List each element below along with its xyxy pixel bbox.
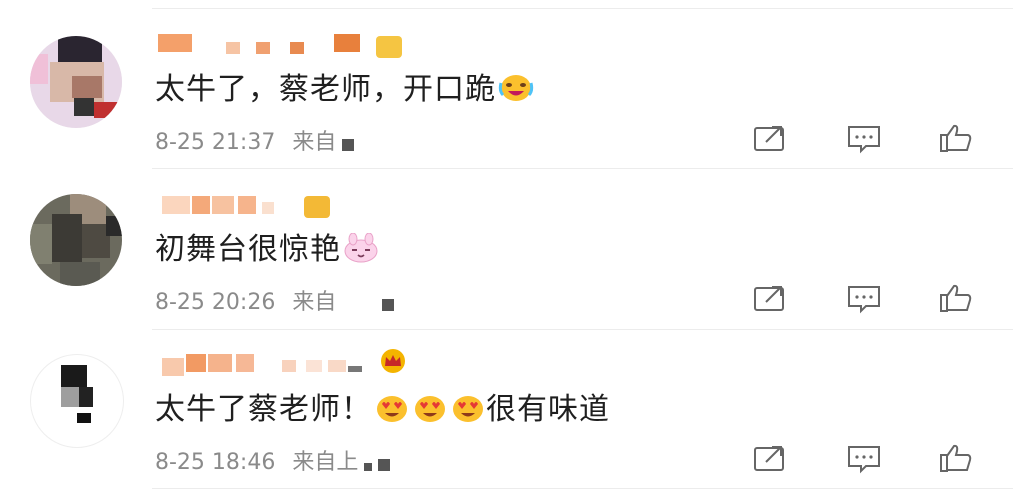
comment-item: 太牛了，蔡老师，开口跪 8-25 21:37 来自 xyxy=(0,14,1013,174)
thumbs-up-icon[interactable] xyxy=(938,282,974,314)
member-badge-icon xyxy=(304,196,330,218)
comment-item: 太牛了蔡老师！ 很有味道 8-25 18:46 来自上 xyxy=(0,334,1013,494)
timestamp: 8-25 18:46 xyxy=(155,450,276,475)
comment-icon[interactable] xyxy=(846,442,882,474)
avatar[interactable] xyxy=(30,36,122,128)
comment-text-suffix: 很有味道 xyxy=(486,392,610,427)
action-bar xyxy=(752,442,982,474)
bottom-divider xyxy=(152,488,1013,489)
comment-text: 太牛了，蔡老师，开口跪 xyxy=(155,70,534,110)
source-blur xyxy=(378,459,391,471)
comment-icon[interactable] xyxy=(846,282,882,314)
top-divider xyxy=(152,8,1013,9)
comment-item: 初舞台很惊艳 8-25 20:26 来自 xyxy=(0,174,1013,334)
action-bar xyxy=(752,282,982,314)
source-blur xyxy=(382,299,395,311)
avatar[interactable] xyxy=(30,194,122,286)
comment-divider xyxy=(152,329,1013,330)
comment-meta: 8-25 18:46 来自上 xyxy=(155,444,391,476)
heart-eyes-emoji xyxy=(377,396,407,422)
source-blur xyxy=(364,463,373,471)
action-bar xyxy=(752,122,982,154)
timestamp: 8-25 20:26 xyxy=(155,290,276,315)
thumbs-up-icon[interactable] xyxy=(938,122,974,154)
crown-badge-icon xyxy=(381,349,405,373)
comment-meta: 8-25 21:37 来自 xyxy=(155,124,355,156)
bunny-emoji xyxy=(344,233,378,263)
heart-eyes-emoji xyxy=(453,396,483,422)
laugh-cry-emoji xyxy=(498,75,534,101)
member-badge-icon xyxy=(376,36,402,58)
comment-text: 太牛了蔡老师！ 很有味道 xyxy=(155,392,610,427)
share-icon[interactable] xyxy=(752,122,788,154)
share-icon[interactable] xyxy=(752,282,788,314)
comment-meta: 8-25 20:26 来自 xyxy=(155,284,395,316)
source-label: 来自 xyxy=(292,130,337,155)
source-label: 来自上 xyxy=(292,450,359,475)
share-icon[interactable] xyxy=(752,442,788,474)
heart-eyes-emoji xyxy=(415,396,445,422)
source-blur xyxy=(342,139,355,151)
thumbs-up-icon[interactable] xyxy=(938,442,974,474)
comment-divider xyxy=(152,168,1013,169)
comment-icon[interactable] xyxy=(846,122,882,154)
source-label: 来自 xyxy=(292,290,337,315)
comment-text: 初舞台很惊艳 xyxy=(155,230,379,270)
timestamp: 8-25 21:37 xyxy=(155,130,276,155)
avatar[interactable] xyxy=(30,354,124,448)
